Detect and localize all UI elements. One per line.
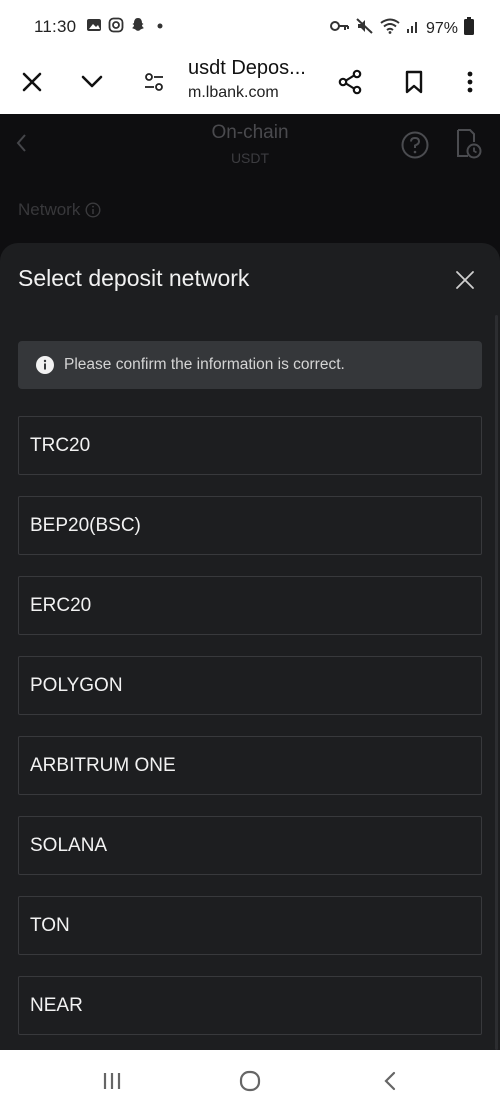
recents-button[interactable] <box>92 1066 132 1096</box>
status-bar: 11:30 97% <box>0 0 500 52</box>
mute-icon <box>356 18 374 39</box>
network-option-arbitrum-one[interactable]: ARBITRUM ONE <box>18 736 482 795</box>
network-option-label: TRC20 <box>30 434 91 456</box>
battery-icon <box>464 17 474 40</box>
site-settings-button[interactable] <box>134 62 174 102</box>
more-menu-button[interactable] <box>450 62 490 102</box>
dot-icon <box>152 17 168 33</box>
network-option-label: ERC20 <box>30 594 92 616</box>
network-option-near[interactable]: NEAR <box>18 976 482 1035</box>
battery-text: 97% <box>425 19 458 37</box>
scrollbar[interactable] <box>495 315 498 1050</box>
help-icon <box>401 131 429 159</box>
network-option-label: TON <box>30 914 70 936</box>
image-icon <box>86 17 102 33</box>
network-list: TRC20 BEP20(BSC) ERC20 POLYGON ARBITRUM … <box>18 416 482 1050</box>
home-button[interactable] <box>230 1066 270 1096</box>
network-option-label: BEP20(BSC) <box>30 514 141 536</box>
status-time: 11:30 <box>34 17 77 36</box>
instagram-icon <box>108 17 124 33</box>
network-option-trc20[interactable]: TRC20 <box>18 416 482 475</box>
network-option-solana[interactable]: SOLANA <box>18 816 482 875</box>
history-icon <box>457 129 482 159</box>
snapchat-icon <box>130 17 146 33</box>
system-nav-bar <box>0 1050 500 1111</box>
select-network-sheet: Select deposit network Please confirm th… <box>0 243 500 1050</box>
help-button[interactable] <box>400 130 430 165</box>
page-title[interactable]: usdt Depos... <box>188 57 306 80</box>
network-option-bep20[interactable]: BEP20(BSC) <box>18 496 482 555</box>
share-icon <box>338 69 362 95</box>
confirm-notice: Please confirm the information is correc… <box>18 341 482 389</box>
back-icon <box>384 1071 396 1091</box>
share-button[interactable] <box>330 62 370 102</box>
status-right: 97% <box>329 17 474 40</box>
network-option-ton[interactable]: TON <box>18 896 482 955</box>
status-notification-icons <box>86 17 168 33</box>
recents-icon <box>103 1073 121 1089</box>
close-tab-button[interactable] <box>12 62 52 102</box>
network-option-erc20[interactable]: ERC20 <box>18 576 482 635</box>
collapse-button[interactable] <box>72 62 112 102</box>
key-icon <box>329 19 350 38</box>
history-button[interactable] <box>454 128 482 165</box>
bookmark-button[interactable] <box>394 62 434 102</box>
network-option-label: ARBITRUM ONE <box>30 754 176 776</box>
close-icon <box>22 72 42 92</box>
network-option-label: NEAR <box>30 994 83 1016</box>
info-filled-icon <box>36 356 54 374</box>
network-label: Network <box>18 200 101 220</box>
notice-text: Please confirm the information is correc… <box>64 356 345 373</box>
info-icon <box>85 202 101 218</box>
network-option-label: SOLANA <box>30 834 108 856</box>
bookmark-icon <box>405 70 423 94</box>
network-label-text: Network <box>18 200 81 219</box>
browser-toolbar: usdt Depos... m.lbank.com <box>0 52 500 114</box>
page-host[interactable]: m.lbank.com <box>188 84 279 102</box>
back-nav-button[interactable] <box>370 1066 410 1096</box>
wifi-icon <box>380 18 400 39</box>
chevron-down-icon <box>81 75 103 88</box>
close-sheet-button[interactable] <box>452 267 478 293</box>
tune-icon <box>145 73 163 91</box>
close-icon <box>456 271 474 289</box>
signal-icon <box>406 18 420 39</box>
network-option-label: POLYGON <box>30 674 123 696</box>
more-vertical-icon <box>467 71 473 93</box>
network-option-polygon[interactable]: POLYGON <box>18 656 482 715</box>
sheet-title: Select deposit network <box>18 265 250 291</box>
home-icon <box>239 1070 261 1092</box>
